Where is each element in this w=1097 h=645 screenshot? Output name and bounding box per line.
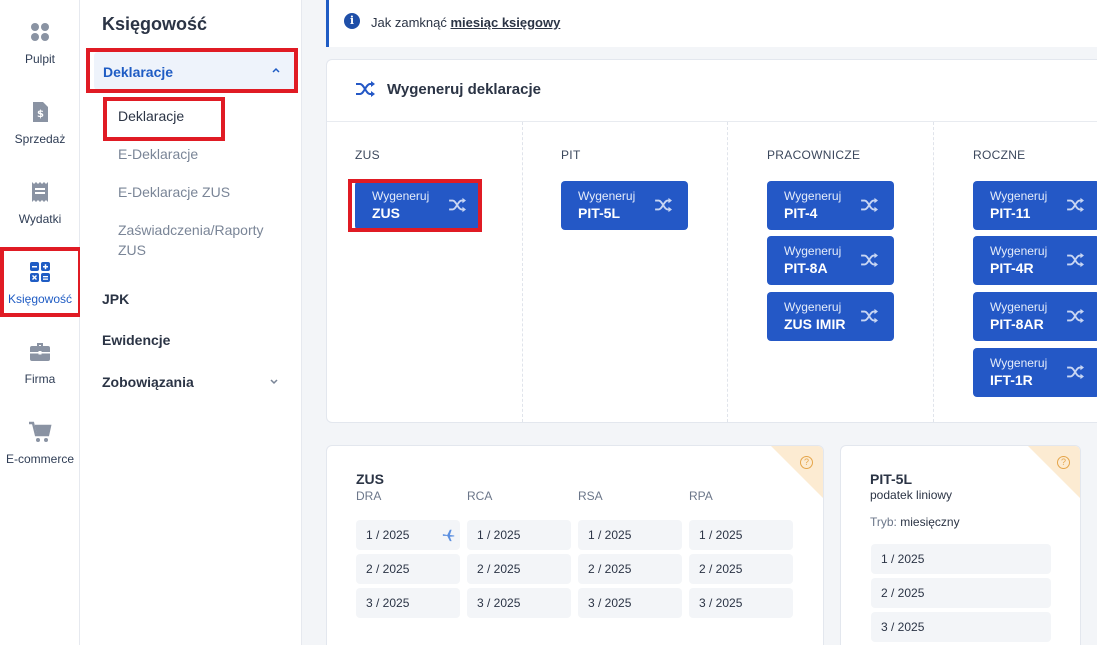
period-rpa[interactable]: 1 / 2025 xyxy=(689,520,793,550)
period-dra[interactable]: 3 / 2025 xyxy=(356,588,460,618)
highlight-box xyxy=(103,97,225,141)
period-rca[interactable]: 2 / 2025 xyxy=(467,554,571,584)
period-rsa[interactable]: 3 / 2025 xyxy=(578,588,682,618)
divider xyxy=(727,122,728,422)
dashboard-icon xyxy=(31,23,49,41)
cart-icon xyxy=(29,421,52,442)
rail-label: Wydatki xyxy=(18,212,62,226)
shuffle-icon xyxy=(1067,308,1084,324)
period-dra[interactable]: 2 / 2025 xyxy=(356,554,460,584)
nav-item-zaswiadczenia[interactable]: Zaświadczenia/Raporty xyxy=(118,220,264,240)
period-rpa[interactable]: 3 / 2025 xyxy=(689,588,793,618)
highlight-box xyxy=(86,48,298,93)
mode-value: miesięczny xyxy=(900,515,960,529)
nav-item-e-deklaracje-zus[interactable]: E-Deklaracje ZUS xyxy=(118,182,230,202)
shuffle-icon xyxy=(356,81,375,97)
section-title: Księgowość xyxy=(102,14,208,34)
card-title: Wygeneruj deklaracje xyxy=(387,80,541,98)
info-banner: i Jak zamknąć miesiąc księgowy xyxy=(326,0,1097,47)
rail-label: Sprzedaż xyxy=(14,132,66,146)
generate-pit-8ar-button[interactable]: Wygeneruj PIT-8AR xyxy=(973,292,1097,341)
shuffle-icon xyxy=(1067,252,1084,268)
nav-item-ewidencje[interactable]: Ewidencje xyxy=(102,332,170,348)
pit-period[interactable]: 3 / 2025 xyxy=(871,612,1051,642)
highlight-box xyxy=(0,247,82,317)
column-title: ROCZNE xyxy=(973,148,1026,162)
info-text: Jak zamknąć miesiąc księgowy xyxy=(371,15,561,30)
column-header: RCA xyxy=(467,489,493,503)
corner-decoration xyxy=(771,446,823,498)
column-zus: ZUS Wygeneruj ZUS xyxy=(327,122,522,422)
receipt-icon xyxy=(32,182,48,202)
period-dra[interactable]: 1 / 2025 xyxy=(356,520,460,550)
period-rsa[interactable]: 2 / 2025 xyxy=(578,554,682,584)
zus-card: ? ZUS DRA RCA RSA RPA 1 / 2025 1 / 2025 … xyxy=(326,445,824,645)
card-title: PIT-5L xyxy=(870,471,913,487)
info-icon: i xyxy=(344,13,360,29)
period-rca[interactable]: 3 / 2025 xyxy=(467,588,571,618)
column-title: PIT xyxy=(561,148,581,162)
column-header: RPA xyxy=(689,489,713,503)
rail-label: E-commerce xyxy=(5,452,74,466)
column-header: DRA xyxy=(356,489,382,503)
generate-declarations-card: Wygeneruj deklaracje ZUS Wygeneruj ZUS P… xyxy=(326,59,1097,423)
column-roczne: ROCZNE Wygeneruj PIT-11 Wygeneruj PIT-4R… xyxy=(945,122,1097,422)
rail-label: Pulpit xyxy=(24,52,56,66)
shuffle-icon xyxy=(1067,197,1084,213)
svg-text:$: $ xyxy=(37,109,44,120)
card-title: ZUS xyxy=(356,471,384,487)
nav-item-e-deklaracje[interactable]: E-Deklaracje xyxy=(118,144,198,164)
main-rail: Pulpit $ Sprzedaż Wydatki Księgowość Fir… xyxy=(0,0,80,645)
briefcase-icon xyxy=(30,343,50,361)
nav-item-jpk[interactable]: JPK xyxy=(102,291,129,307)
column-header: RSA xyxy=(578,489,603,503)
generate-ift-1r-button[interactable]: Wygeneruj IFT-1R xyxy=(973,348,1097,397)
rail-label: Firma xyxy=(24,372,56,386)
shuffle-icon xyxy=(1067,364,1084,380)
column-pracownicze: PRACOWNICZE Wygeneruj PIT-4 Wygeneruj PI… xyxy=(739,122,934,422)
corner-decoration xyxy=(1028,446,1080,498)
column-title: PRACOWNICZE xyxy=(767,148,861,162)
generate-pit-4r-button[interactable]: Wygeneruj PIT-4R xyxy=(973,236,1097,285)
generate-pit-4-button[interactable]: Wygeneruj PIT-4 xyxy=(767,181,894,230)
generate-zus-imir-button[interactable]: Wygeneruj ZUS IMIR xyxy=(767,292,894,341)
help-icon[interactable]: ? xyxy=(1057,456,1070,469)
help-icon[interactable]: ? xyxy=(800,456,813,469)
divider xyxy=(933,122,934,422)
card-header: Wygeneruj deklaracje xyxy=(355,80,541,98)
pit-5l-card: ? PIT-5L podatek liniowy Tryb: miesięczn… xyxy=(840,445,1081,645)
column-title: ZUS xyxy=(355,148,380,162)
shuffle-icon xyxy=(861,197,878,213)
invoice-icon: $ xyxy=(33,102,48,122)
period-rca[interactable]: 1 / 2025 xyxy=(467,520,571,550)
chevron-down-icon xyxy=(270,379,278,385)
pit-period[interactable]: 2 / 2025 xyxy=(871,578,1051,608)
info-link[interactable]: miesiąc księgowy xyxy=(451,15,561,30)
card-subtitle: podatek liniowy xyxy=(870,488,953,502)
period-rpa[interactable]: 2 / 2025 xyxy=(689,554,793,584)
rail-item-ecommerce[interactable]: E-commerce xyxy=(0,414,80,484)
generate-pit-8a-button[interactable]: Wygeneruj PIT-8A xyxy=(767,236,894,285)
shuffle-icon xyxy=(861,308,878,324)
divider xyxy=(522,122,523,422)
plane-icon xyxy=(442,529,455,542)
mode-label: Tryb: miesięczny xyxy=(870,515,960,529)
shuffle-icon xyxy=(655,197,672,213)
pit-period[interactable]: 1 / 2025 xyxy=(871,544,1051,574)
rail-item-sprzedaz[interactable]: $ Sprzedaż xyxy=(0,94,80,164)
shuffle-icon xyxy=(861,252,878,268)
rail-item-pulpit[interactable]: Pulpit xyxy=(0,14,80,84)
nav-item-zaswiadczenia-line2[interactable]: ZUS xyxy=(118,240,146,260)
rail-item-firma[interactable]: Firma xyxy=(0,334,80,404)
column-pit: PIT Wygeneruj PIT-5L xyxy=(533,122,728,422)
generate-pit-11-button[interactable]: Wygeneruj PIT-11 xyxy=(973,181,1097,230)
rail-item-wydatki[interactable]: Wydatki xyxy=(0,174,80,244)
nav-item-zobowiazania[interactable]: Zobowiązania xyxy=(102,374,194,390)
period-rsa[interactable]: 1 / 2025 xyxy=(578,520,682,550)
highlight-box xyxy=(348,179,482,232)
generate-pit-5l-button[interactable]: Wygeneruj PIT-5L xyxy=(561,181,688,230)
